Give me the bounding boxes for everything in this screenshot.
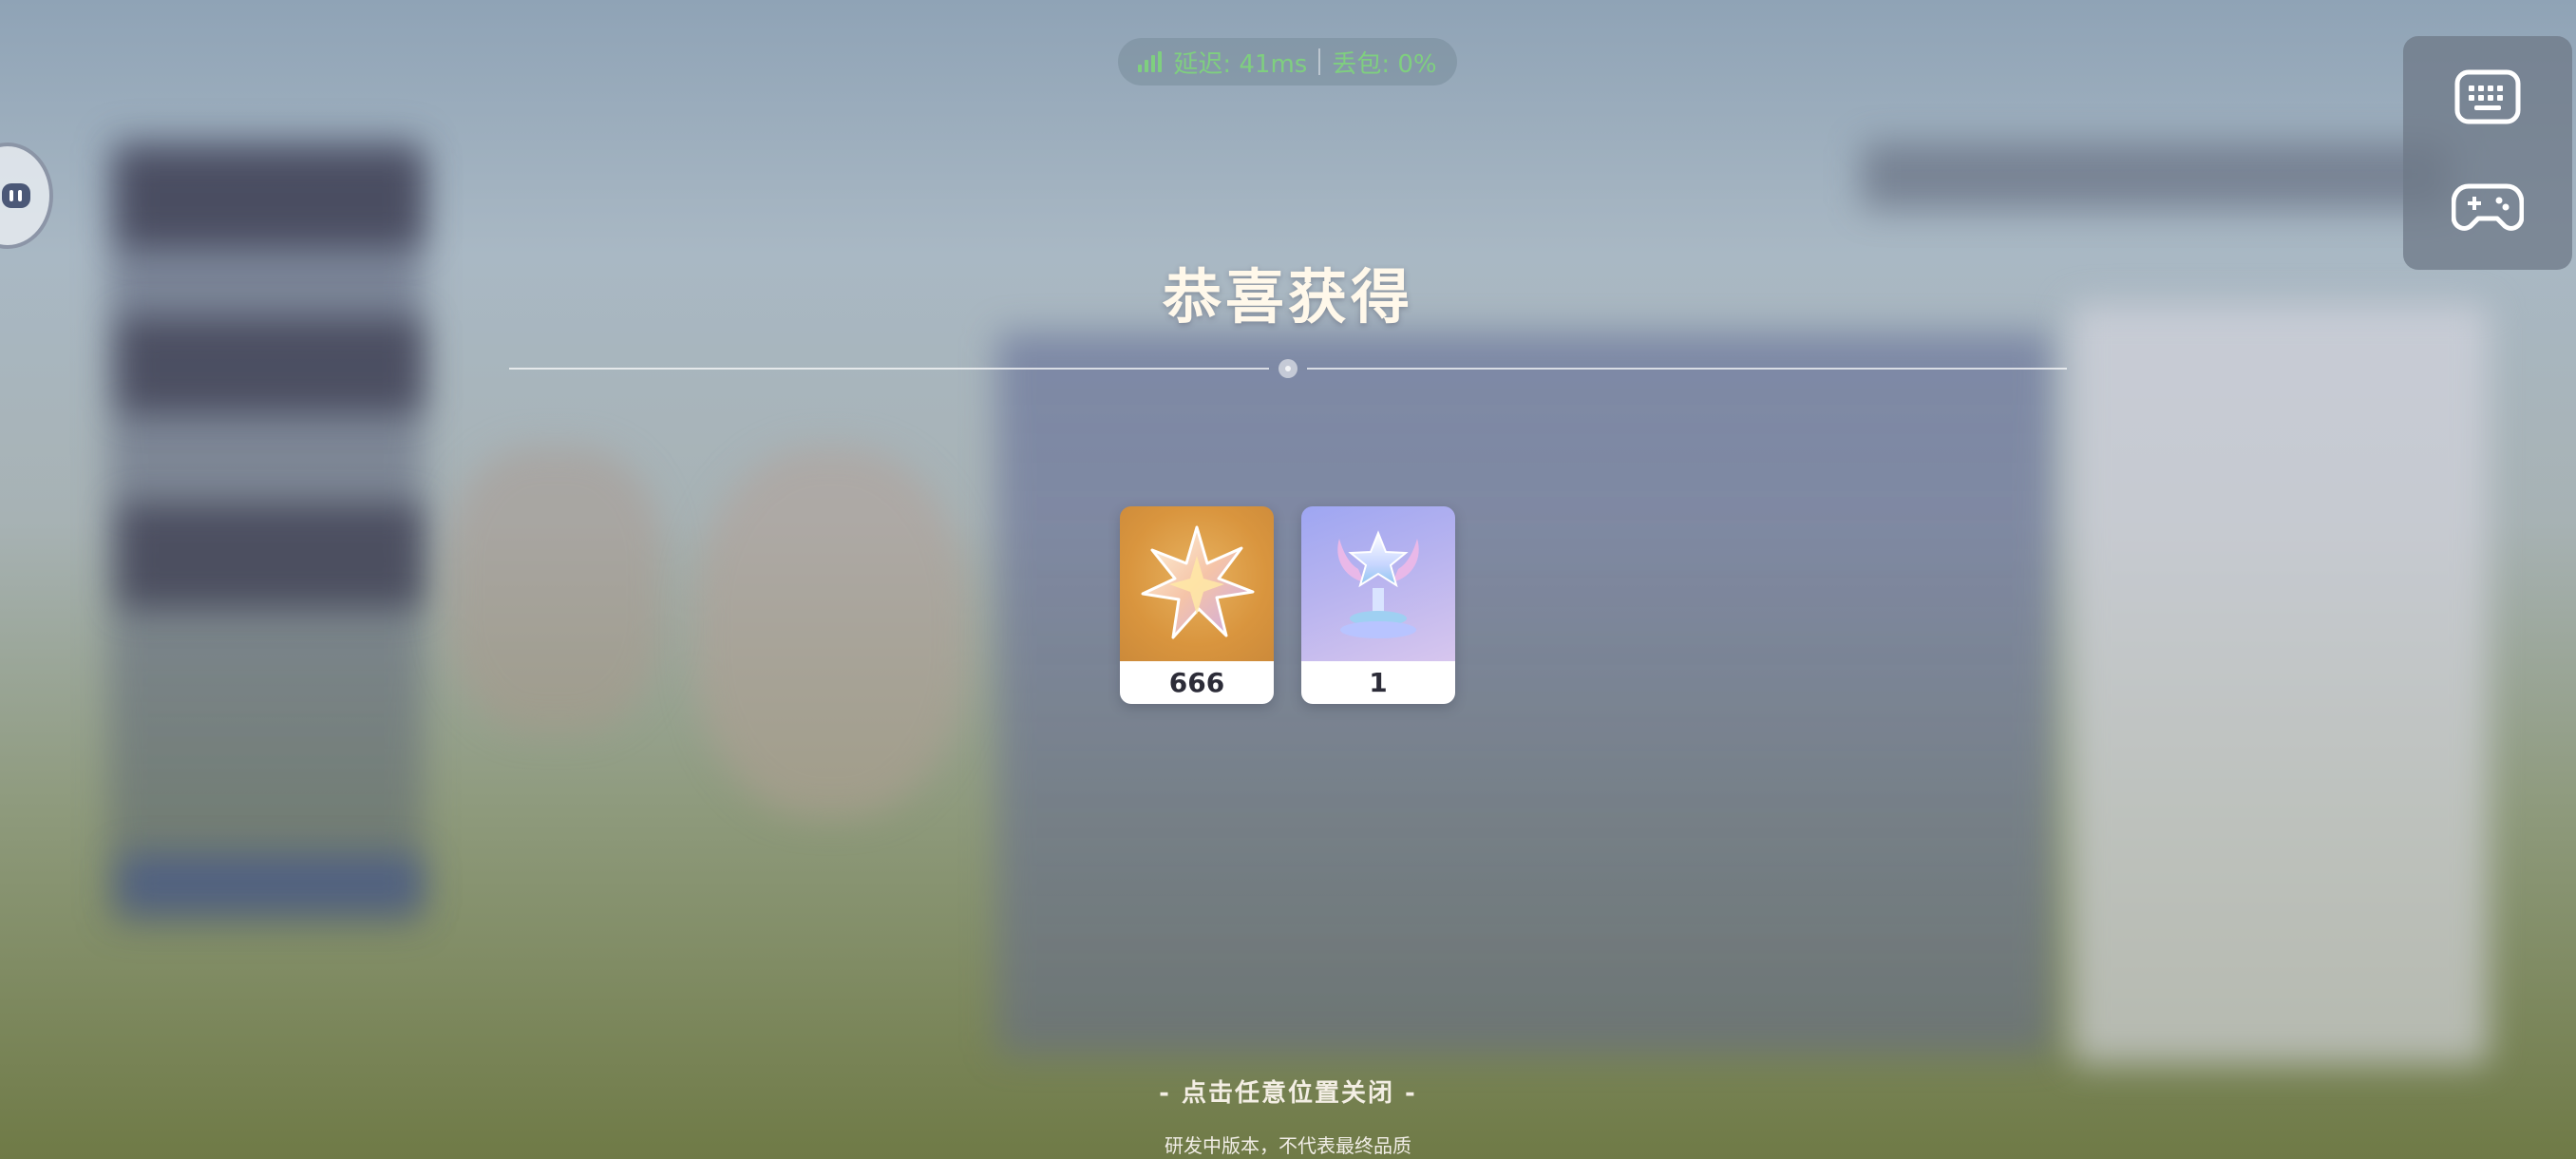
- build-disclaimer: 研发中版本，不代表最终品质: [1165, 1134, 1411, 1157]
- keyboard-button[interactable]: [2435, 59, 2540, 135]
- input-control-panel: [2403, 36, 2572, 270]
- background-figure: [693, 446, 969, 817]
- reward-icon-area: [1301, 506, 1455, 661]
- divider-ornament-icon: [1279, 359, 1297, 378]
- background-card: [119, 152, 423, 247]
- reward-card[interactable]: 666: [1120, 506, 1274, 704]
- star-crystal-icon: [1141, 525, 1255, 639]
- reward-count: 1: [1301, 661, 1455, 704]
- signal-icon: [1138, 51, 1163, 72]
- background-header-bar: [1862, 142, 2451, 209]
- separator: [1318, 48, 1321, 75]
- close-hint[interactable]: - 点击任意位置关闭 -: [0, 1074, 2576, 1109]
- popup-title: 恭喜获得: [1162, 262, 1413, 332]
- float-menu-button[interactable]: [0, 142, 53, 249]
- reward-count: 666: [1120, 661, 1274, 704]
- packet-loss-text: 丢包: 0%: [1332, 49, 1437, 79]
- gamepad-icon: [2452, 183, 2524, 231]
- reward-card[interactable]: 1: [1301, 506, 1455, 704]
- network-status: 延迟: 41ms 丢包: 0%: [1118, 38, 1457, 86]
- float-menu-icon: [2, 183, 30, 208]
- latency-text: 延迟: 41ms: [1173, 49, 1308, 79]
- keyboard-icon: [2454, 69, 2521, 124]
- trophy-icon: [1337, 530, 1419, 638]
- background-figure: [446, 446, 665, 732]
- background-card: [119, 504, 423, 608]
- gamepad-button[interactable]: [2435, 169, 2540, 245]
- background-right-panel: [2071, 304, 2489, 1064]
- background-card: [119, 855, 423, 912]
- reward-icon-area: [1120, 506, 1274, 661]
